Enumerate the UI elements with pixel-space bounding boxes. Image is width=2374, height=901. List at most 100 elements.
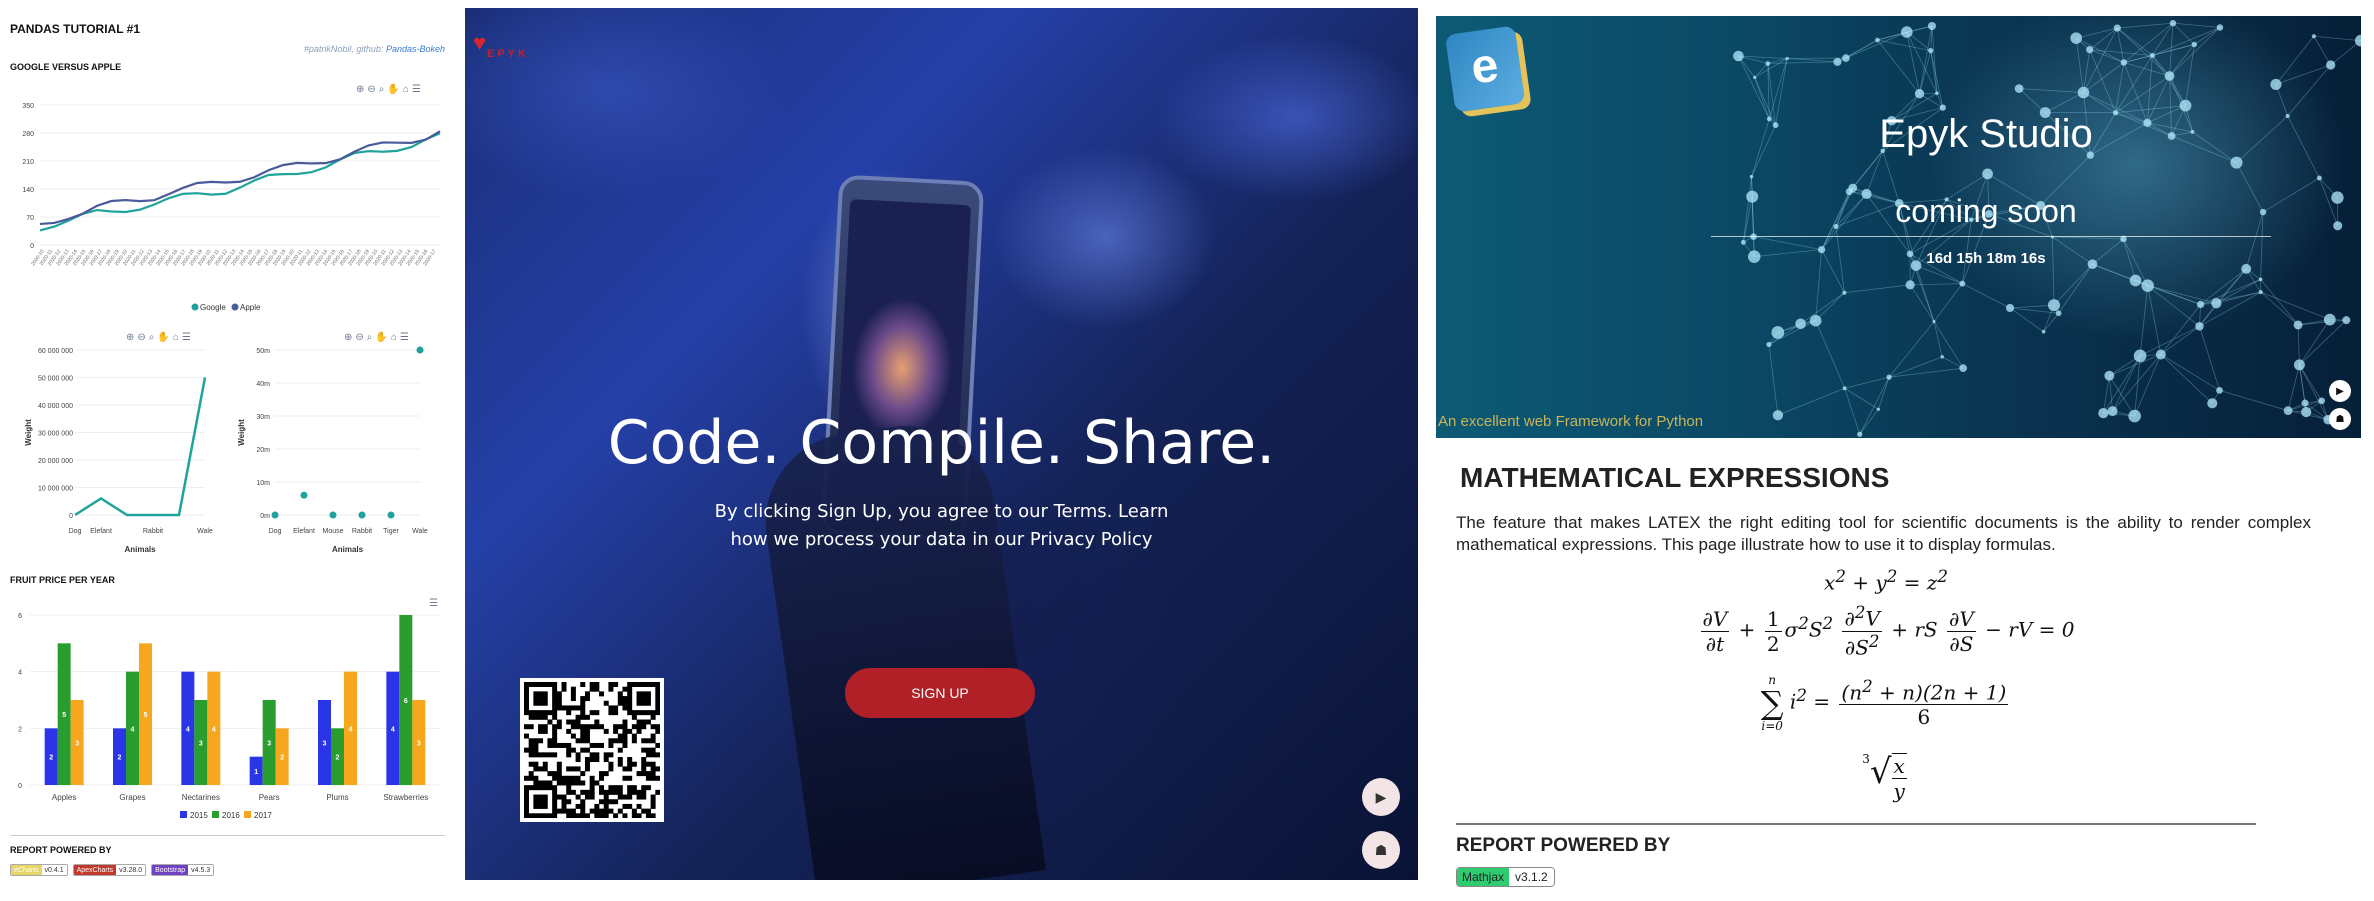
library-badge[interactable]: eCharts v0.4.1	[10, 864, 68, 876]
qr-module	[589, 780, 595, 786]
qr-module	[650, 714, 656, 720]
network-node	[1982, 168, 1993, 180]
qr-module	[603, 794, 609, 800]
qr-module	[584, 691, 590, 697]
qr-module	[570, 813, 576, 819]
network-node	[1733, 50, 1744, 62]
badge-name: Mathjax	[1457, 868, 1510, 886]
library-badge[interactable]: Bootstrap v4.5.3	[151, 864, 215, 876]
play-button[interactable]: ▶	[1362, 778, 1400, 816]
qr-module	[561, 742, 567, 748]
qr-module	[566, 728, 572, 734]
qr-module	[650, 761, 656, 767]
legend-marker	[180, 811, 187, 818]
y-tick-label: 0m	[260, 513, 270, 520]
qr-module	[580, 724, 586, 730]
network-node	[2086, 46, 2094, 54]
network-node	[2104, 370, 2115, 381]
network-edge	[2139, 285, 2149, 356]
x-tick-label: Elefant	[293, 528, 315, 535]
qr-module	[655, 775, 661, 781]
network-edge	[2160, 354, 2220, 391]
qr-code[interactable]	[520, 678, 664, 822]
qr-module	[552, 808, 558, 814]
qr-module	[538, 738, 544, 744]
qr-module	[617, 733, 623, 739]
qr-module	[580, 771, 586, 777]
banner-reader-button[interactable]: ☗	[2329, 408, 2351, 430]
qr-module	[613, 738, 619, 744]
report-divider	[10, 835, 445, 836]
reader-button[interactable]: ☗	[1362, 831, 1400, 869]
qr-module	[603, 799, 609, 805]
badge-version: v0.4.1	[41, 865, 67, 875]
qr-module	[570, 696, 576, 702]
network-node	[2055, 310, 2062, 317]
qr-module	[552, 775, 558, 781]
signup-button[interactable]: SIGN UP	[845, 668, 1035, 718]
network-node	[2316, 175, 2322, 181]
qr-module	[594, 808, 600, 814]
qr-module	[570, 775, 576, 781]
qr-module	[561, 775, 567, 781]
qr-module	[636, 789, 642, 795]
qr-module	[645, 691, 651, 697]
network-node	[2323, 313, 2336, 326]
qr-module	[570, 705, 576, 711]
network-node	[2207, 398, 2218, 409]
network-node	[2230, 156, 2243, 169]
network-node	[2129, 274, 2142, 287]
badge-version: v3.1.2	[1509, 868, 1554, 886]
qr-module	[556, 775, 562, 781]
qr-module	[552, 813, 558, 819]
library-badge[interactable]: ApexCharts v3.28.0	[72, 864, 147, 876]
qr-module	[599, 742, 605, 748]
qr-module	[589, 682, 595, 687]
qr-module	[524, 705, 529, 711]
mathjax-badge[interactable]: Mathjax v3.1.2	[1456, 867, 1555, 887]
network-edge	[1909, 284, 1935, 322]
network-edge	[2245, 211, 2264, 269]
network-edge	[2297, 324, 2300, 365]
qr-module	[538, 780, 544, 786]
bar-data-label: 6	[404, 698, 408, 705]
qr-module	[608, 682, 614, 687]
qr-module	[627, 775, 633, 781]
qr-module	[641, 757, 647, 763]
qr-module	[542, 728, 548, 734]
qr-module	[556, 691, 562, 697]
qr-module	[547, 719, 553, 725]
qr-module	[650, 747, 656, 753]
qr-module	[641, 719, 647, 725]
network-edge	[2102, 375, 2110, 414]
qr-module	[603, 700, 609, 706]
studio-title: Epyk Studio	[1879, 112, 2093, 156]
x-tick-label: Rabbit	[143, 528, 163, 535]
qr-module	[575, 724, 581, 730]
qr-module	[528, 761, 534, 767]
qr-module	[538, 803, 544, 809]
qr-module	[645, 719, 651, 725]
network-edge	[2045, 92, 2084, 113]
legend-label: Apple	[240, 303, 261, 312]
qr-module	[608, 738, 614, 744]
qr-module	[547, 742, 553, 748]
network-node	[1766, 341, 1772, 348]
qr-module	[524, 747, 529, 753]
qr-module	[650, 738, 656, 744]
hero-headline: Code. Compile. Share.	[607, 408, 1276, 478]
network-edge	[2260, 291, 2330, 321]
epyk-logo[interactable]: EPYK	[487, 48, 529, 60]
qr-module	[627, 766, 633, 772]
qr-module	[533, 691, 539, 697]
y-tick-label: 40 000 000	[38, 403, 73, 410]
qr-module	[561, 686, 567, 692]
y-tick-label: 50 000 000	[38, 376, 73, 383]
network-node	[2216, 24, 2224, 31]
qr-module	[589, 808, 595, 814]
qr-module	[575, 719, 581, 725]
banner-play-button[interactable]: ▶	[2329, 380, 2351, 402]
qr-module	[552, 705, 558, 711]
qr-module	[566, 752, 572, 758]
qr-module	[650, 775, 656, 781]
